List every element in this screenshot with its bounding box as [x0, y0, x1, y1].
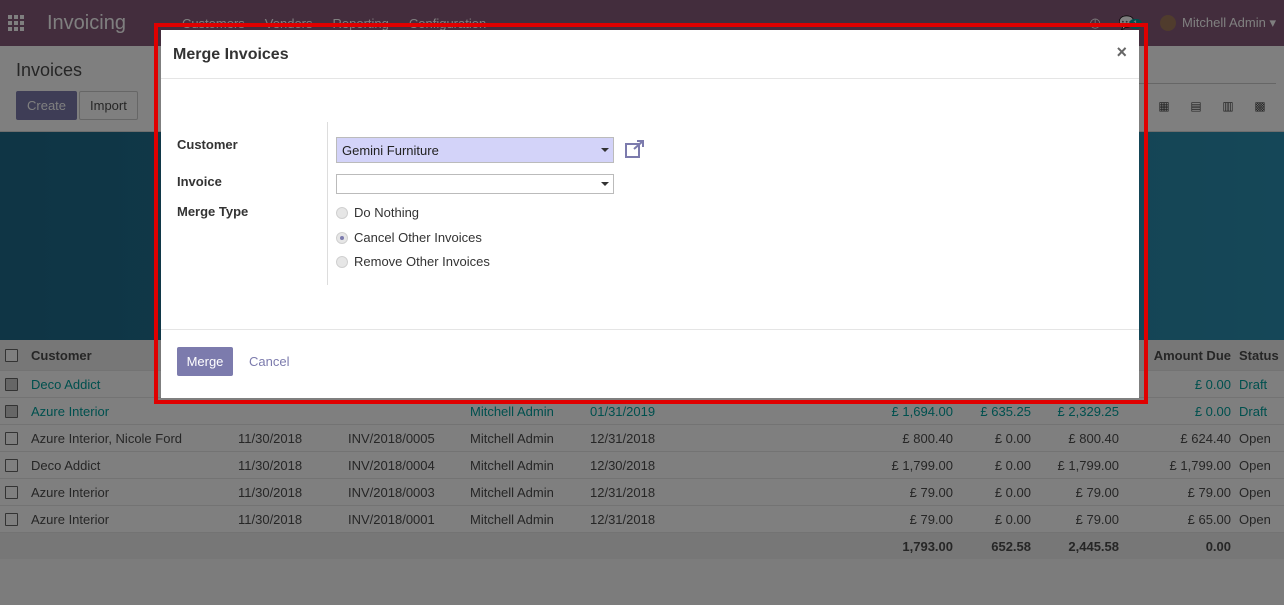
- radio-do-nothing[interactable]: Do Nothing: [336, 205, 419, 220]
- chevron-down-icon: [601, 182, 609, 186]
- customer-select[interactable]: Gemini Furniture: [336, 137, 614, 163]
- modal-title: Merge Invoices: [173, 46, 289, 63]
- external-link-icon[interactable]: [625, 140, 645, 158]
- radio-button[interactable]: [336, 255, 348, 268]
- merge-invoices-dialog: Merge Invoices × Customer Gemini Furnitu…: [161, 30, 1139, 398]
- invoice-select[interactable]: [336, 174, 614, 194]
- customer-value: Gemini Furniture: [342, 142, 439, 158]
- label-divider: [327, 122, 328, 285]
- customer-label: Customer: [177, 137, 238, 152]
- radio-button[interactable]: [336, 206, 348, 219]
- modal-footer: Merge Cancel: [161, 329, 1139, 398]
- radio-label: Remove Other Invoices: [354, 254, 490, 269]
- merge-button[interactable]: Merge: [177, 347, 233, 376]
- close-icon[interactable]: ×: [1116, 42, 1127, 63]
- radio-remove-other[interactable]: Remove Other Invoices: [336, 254, 490, 269]
- modal-body: Customer Gemini Furniture Invoice Merge …: [161, 79, 1139, 329]
- chevron-down-icon: [601, 148, 609, 152]
- radio-button[interactable]: [336, 231, 348, 244]
- radio-label: Cancel Other Invoices: [354, 230, 482, 245]
- radio-label: Do Nothing: [354, 205, 420, 220]
- radio-cancel-other[interactable]: Cancel Other Invoices: [336, 230, 482, 245]
- invoice-label: Invoice: [177, 174, 222, 189]
- modal-header: Merge Invoices ×: [161, 30, 1139, 79]
- merge-type-label: Merge Type: [177, 204, 249, 219]
- cancel-button[interactable]: Cancel: [249, 347, 289, 376]
